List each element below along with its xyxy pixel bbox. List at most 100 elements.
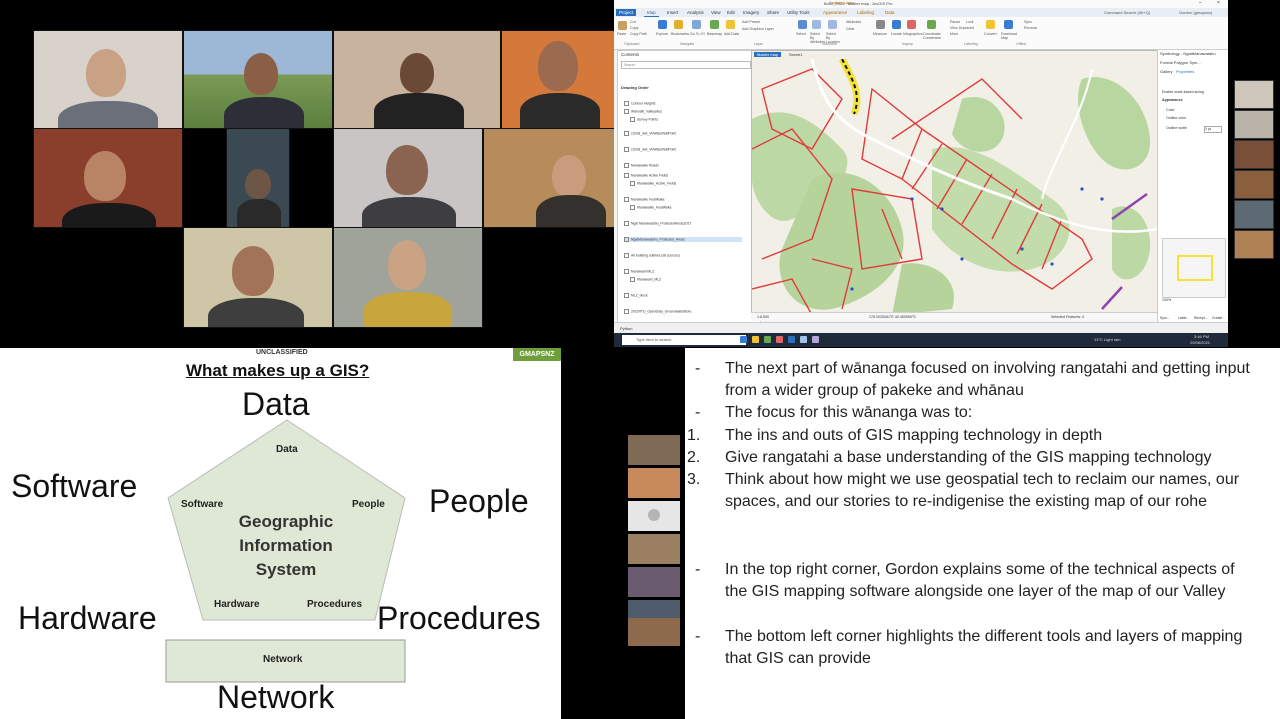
convert-icon[interactable] [986, 20, 995, 29]
participant-thumbnail[interactable] [1234, 110, 1274, 139]
infographics-icon[interactable] [907, 20, 916, 29]
pause-button[interactable]: Pause [950, 20, 960, 24]
bookmarks-icon[interactable] [674, 20, 683, 29]
pane-tab[interactable]: Sym... [1160, 316, 1170, 320]
participant-thumbnail[interactable] [628, 534, 680, 564]
close-icon[interactable]: × [1217, 0, 1220, 6]
pane-tab[interactable]: Create... [1212, 316, 1225, 320]
remove-button[interactable]: Remove [1024, 26, 1037, 30]
participant-video-tile[interactable] [183, 227, 333, 328]
app-icon[interactable] [800, 336, 807, 343]
symbology-field[interactable]: Enable scale-based sizing [1162, 90, 1204, 94]
tab-insert[interactable]: Insert [664, 9, 681, 16]
layer-item[interactable]: Manawahi MLZ [624, 269, 654, 274]
measure-icon[interactable] [876, 20, 885, 29]
participant-video-tile[interactable] [33, 128, 183, 228]
app-icon[interactable] [764, 336, 771, 343]
participant-thumbnail[interactable] [1234, 170, 1274, 199]
pane-tab[interactable]: Label... [1178, 316, 1189, 320]
add-data-button[interactable]: Add Data [724, 32, 739, 36]
map-tab-master[interactable]: Master map [754, 52, 782, 57]
infographics-button[interactable]: Infographics [903, 32, 923, 36]
sync-button[interactable]: Sync [1024, 20, 1032, 24]
lock-button[interactable]: Lock [966, 20, 974, 24]
tab-map[interactable]: Map [644, 9, 659, 17]
select-by-location-icon[interactable] [828, 20, 837, 29]
tab-appearance[interactable]: Appearance [820, 9, 850, 16]
clear-button[interactable]: Clear [846, 27, 855, 31]
participant-thumbnail[interactable] [628, 435, 680, 465]
basemap-icon[interactable] [710, 20, 719, 29]
add-preset-button[interactable]: Add Preset [742, 20, 760, 24]
participant-video-tile[interactable] [33, 30, 183, 129]
app-icon[interactable] [752, 336, 759, 343]
layer-item[interactable]: Manawahi_MLZ [630, 277, 661, 282]
participant-thumbnail[interactable] [628, 501, 680, 531]
user-name[interactable]: Gordon (gmapsnz) [1179, 10, 1212, 15]
paste-button[interactable]: Paste [617, 32, 626, 36]
tab-imagery[interactable]: Imagery [740, 9, 762, 16]
tab-share[interactable]: Share [764, 9, 782, 16]
cut-button[interactable]: Cut [630, 20, 636, 24]
locate-button[interactable]: Locate [891, 32, 902, 36]
minimize-icon[interactable]: – [1199, 0, 1202, 6]
copy-button[interactable]: Copy [630, 26, 638, 30]
command-search-input[interactable]: Command Search (Alt+Q) [1104, 10, 1150, 15]
outline-width-input[interactable]: 1 pt [1204, 126, 1222, 133]
goto-xy-button[interactable]: Go To XY [690, 32, 705, 36]
more-button[interactable]: More [950, 32, 958, 36]
app-icon[interactable] [776, 336, 783, 343]
attributes-button[interactable]: Attributes [846, 20, 861, 24]
participant-video-tile[interactable] [483, 128, 616, 228]
tab-properties[interactable]: Properties [1176, 69, 1194, 74]
pane-tab[interactable]: Recept... [1194, 316, 1208, 320]
tab-view[interactable]: View [708, 9, 724, 16]
download-map-icon[interactable] [1004, 20, 1013, 29]
tab-data[interactable]: Data [882, 9, 898, 16]
layer-item[interactable]: Manawaiko FeatWaka [624, 197, 664, 202]
download-map-button[interactable]: Download Map [1001, 32, 1017, 40]
layer-item[interactable]: Wairoaiti_Valleysites [624, 109, 662, 114]
participant-thumbnail[interactable] [628, 618, 680, 646]
coordinate-conversion-button[interactable]: Coordinate Conversion [923, 32, 941, 40]
locate-icon[interactable] [892, 20, 901, 29]
layer-item[interactable]: Ngat Manawatahu_ProtectedAreas2017 [624, 221, 691, 226]
copy-path-button[interactable]: Copy Path [630, 32, 647, 36]
tab-utility-tools[interactable]: Utility Tools [784, 9, 813, 16]
participant-thumbnail[interactable] [628, 468, 680, 498]
add-graphics-layer-button[interactable]: Add Graphics Layer [742, 27, 774, 31]
view-unplaced-button[interactable]: View Unplaced [950, 26, 974, 30]
explore-button[interactable]: Explore [656, 32, 668, 36]
map-tab-scene[interactable]: Scene1 [786, 52, 806, 57]
layer-item[interactable]: MLZ_block [624, 293, 648, 298]
app-icon[interactable] [740, 336, 747, 343]
layer-item[interactable]: Contour Heights [624, 101, 656, 106]
measure-button[interactable]: Measure [873, 32, 887, 36]
participant-thumbnail[interactable] [1234, 230, 1274, 259]
participant-thumbnail[interactable] [1234, 140, 1274, 169]
convert-button[interactable]: Convert [984, 32, 997, 36]
participant-video-tile[interactable] [333, 227, 483, 328]
participant-thumbnail[interactable] [1234, 80, 1274, 109]
coordinate-conversion-icon[interactable] [927, 20, 936, 29]
select-icon[interactable] [798, 20, 807, 29]
app-icon[interactable] [812, 336, 819, 343]
goto-xy-icon[interactable] [692, 20, 701, 29]
layer-item[interactable]: Manawaiko_FeatWaka [630, 205, 671, 210]
layer-item[interactable]: Manawaiko Roads [624, 163, 659, 168]
layer-item[interactable]: Air building outlines (all sources) [624, 253, 680, 258]
zoom-level[interactable]: 100% [1162, 298, 1171, 302]
tab-edit[interactable]: Edit [724, 9, 738, 16]
basemap-button[interactable]: Basemap [707, 32, 722, 36]
layer-item[interactable]: c2018_wet_VhWalerfieldPoint [624, 131, 676, 136]
tab-analysis[interactable]: Analysis [684, 9, 707, 16]
layer-item[interactable]: 2021RTU_OpenData_GroundwaterBore [624, 309, 691, 314]
participant-thumbnail[interactable] [628, 567, 680, 597]
scale-select[interactable]: 1:8,500 [757, 315, 769, 319]
add-data-icon[interactable] [726, 20, 735, 29]
layer-item[interactable]: Manawaiko_Active_Fields [630, 181, 676, 186]
participant-video-tile[interactable] [226, 128, 290, 228]
layer-item-selected[interactable]: NgatManawatahu_Protected_Areas [624, 237, 742, 242]
contents-search-input[interactable]: Search [621, 61, 751, 69]
map-view[interactable]: Master map Scene1 [751, 50, 1158, 318]
